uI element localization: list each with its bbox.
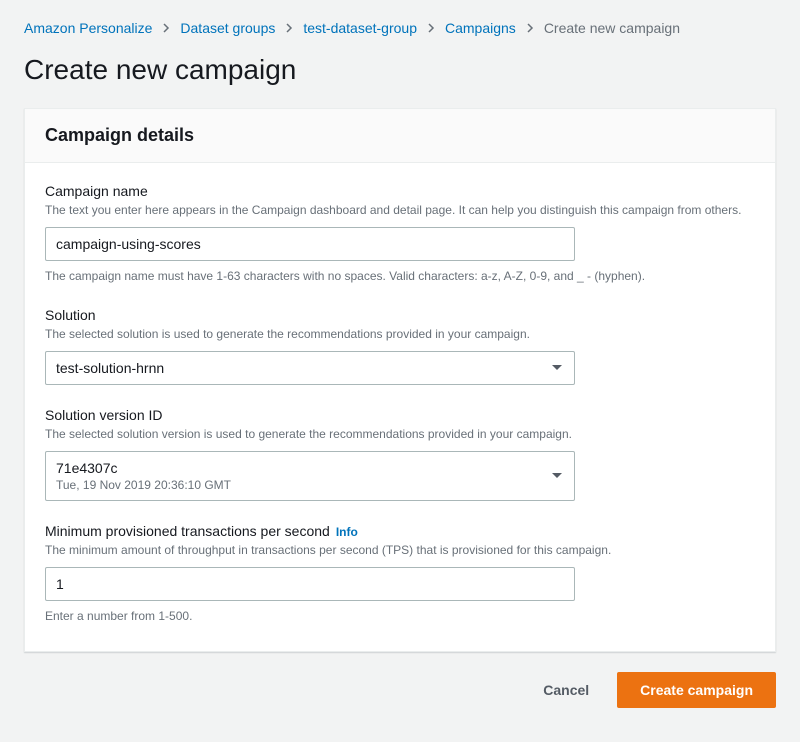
field-solution: Solution The selected solution is used t… xyxy=(45,307,755,385)
campaign-details-panel: Campaign details Campaign name The text … xyxy=(24,108,776,652)
campaign-name-input[interactable] xyxy=(45,227,575,261)
field-min-tps: Minimum provisioned transactions per sec… xyxy=(45,523,755,625)
solution-version-select[interactable]: 71e4307c Tue, 19 Nov 2019 20:36:10 GMT xyxy=(45,451,575,501)
cancel-button[interactable]: Cancel xyxy=(527,673,605,707)
chevron-right-icon xyxy=(285,24,293,32)
breadcrumb-link-campaigns[interactable]: Campaigns xyxy=(445,20,516,36)
solution-select-value: test-solution-hrnn xyxy=(56,360,540,376)
breadcrumb-current: Create new campaign xyxy=(544,20,680,36)
page-title: Create new campaign xyxy=(24,54,776,86)
breadcrumb-link-test-dataset-group[interactable]: test-dataset-group xyxy=(303,20,417,36)
campaign-name-hint: The campaign name must have 1-63 charact… xyxy=(45,267,755,285)
field-campaign-name: Campaign name The text you enter here ap… xyxy=(45,183,755,285)
create-campaign-button[interactable]: Create campaign xyxy=(617,672,776,708)
min-tps-desc: The minimum amount of throughput in tran… xyxy=(45,541,755,559)
min-tps-label: Minimum provisioned transactions per sec… xyxy=(45,523,330,539)
solution-version-desc: The selected solution version is used to… xyxy=(45,425,755,443)
panel-body: Campaign name The text you enter here ap… xyxy=(25,163,775,651)
solution-version-value: 71e4307c xyxy=(56,460,540,476)
breadcrumb: Amazon Personalize Dataset groups test-d… xyxy=(24,20,776,36)
min-tps-input[interactable] xyxy=(45,567,575,601)
form-actions: Cancel Create campaign xyxy=(24,672,776,708)
info-link[interactable]: Info xyxy=(336,525,358,539)
chevron-right-icon xyxy=(526,24,534,32)
field-solution-version: Solution version ID The selected solutio… xyxy=(45,407,755,501)
campaign-name-desc: The text you enter here appears in the C… xyxy=(45,201,755,219)
solution-label: Solution xyxy=(45,307,96,323)
breadcrumb-link-personalize[interactable]: Amazon Personalize xyxy=(24,20,152,36)
solution-select[interactable]: test-solution-hrnn xyxy=(45,351,575,385)
solution-version-label: Solution version ID xyxy=(45,407,163,423)
panel-header: Campaign details xyxy=(25,109,775,163)
panel-title: Campaign details xyxy=(45,125,755,146)
min-tps-hint: Enter a number from 1-500. xyxy=(45,607,755,625)
chevron-right-icon xyxy=(162,24,170,32)
breadcrumb-link-dataset-groups[interactable]: Dataset groups xyxy=(180,20,275,36)
solution-desc: The selected solution is used to generat… xyxy=(45,325,755,343)
campaign-name-label: Campaign name xyxy=(45,183,148,199)
chevron-right-icon xyxy=(427,24,435,32)
solution-version-timestamp: Tue, 19 Nov 2019 20:36:10 GMT xyxy=(56,478,540,492)
